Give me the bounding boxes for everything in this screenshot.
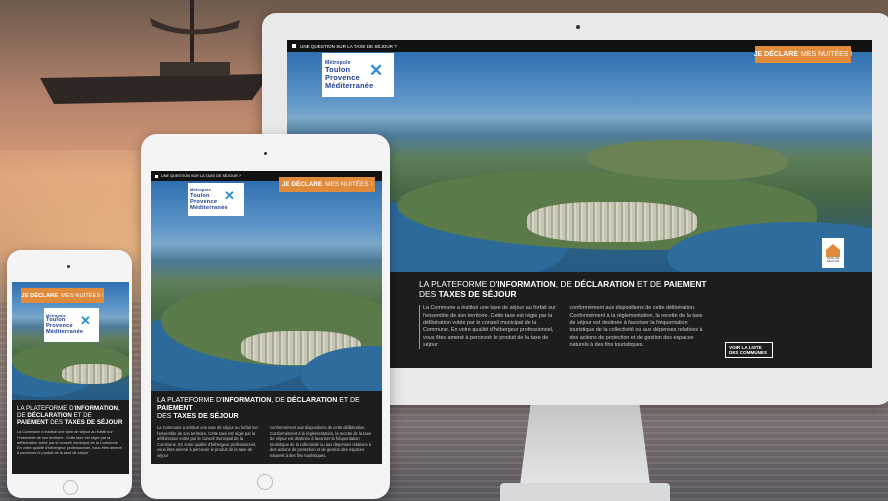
monitor-camera: [576, 25, 580, 29]
intro-section: LA PLATEFORME D'INFORMATION, DE DÉCLARAT…: [12, 400, 129, 474]
tablet-home-button[interactable]: [257, 474, 273, 490]
intro-paragraph-right: conformément aux dispositions de cette d…: [569, 305, 703, 348]
tax-question-link[interactable]: UNE QUESTION SUR LA TAXE DE SÉJOUR ?: [161, 174, 241, 178]
hero-image: [151, 181, 382, 391]
declare-nights-button[interactable]: JE DÉCLARE MES NUITÉES !: [279, 177, 375, 192]
phone-home-button[interactable]: [63, 480, 78, 495]
sailboat-image: [40, 0, 270, 104]
page-headline: LA PLATEFORME D'INFORMATION, DE DÉCLARAT…: [419, 279, 707, 299]
square-icon: [292, 44, 296, 48]
intro-paragraphs: La Commune a institué une taxe de séjour…: [157, 425, 376, 458]
page-headline: LA PLATEFORME D'INFORMATION, DE DÉCLARAT…: [17, 405, 123, 427]
intro-paragraphs: La Commune a institué une taxe de séjour…: [17, 429, 124, 455]
intro-paragraph-left: La Commune a institué une taxe de séjour…: [157, 425, 258, 458]
tax-question-link[interactable]: UNE QUESTION SUR LA TAXE DE SÉJOUR ?: [300, 44, 397, 49]
intro-paragraph-left: La Commune a institué une taxe de séjour…: [17, 429, 122, 456]
logo-mark-icon: ✕: [80, 313, 92, 328]
metropole-logo: Métropole Toulon Provence Méditerranée ✕: [44, 308, 99, 342]
intro-paragraph-left: La Commune a institué une taxe de séjour…: [419, 305, 558, 350]
square-icon: [155, 174, 158, 178]
phone-camera: [67, 265, 70, 268]
logo-mark-icon: ✕: [369, 61, 384, 80]
declare-nights-button[interactable]: JE DÉCLARE MES NUITÉES !: [21, 288, 104, 303]
tax-badge: TAXE DE SÉJOUR: [822, 238, 844, 268]
intro-paragraphs: La Commune a institué une taxe de séjour…: [419, 305, 704, 350]
intro-section: LA PLATEFORME D'INFORMATION, DE DÉCLARAT…: [151, 391, 382, 464]
tablet-site: UNE QUESTION SUR LA TAXE DE SÉJOUR ? Mét…: [151, 171, 382, 464]
tablet-camera: [264, 152, 267, 155]
declare-nights-button[interactable]: JE DÉCLARE MES NUITÉES !: [754, 46, 852, 63]
metropole-logo: Métropole Toulon Provence Méditerranée ✕: [188, 183, 244, 216]
phone-site: JE DÉCLARE MES NUITÉES ! Métropole Toulon…: [12, 282, 129, 474]
metropole-logo: Métropole Toulon Provence Méditerranée ✕: [322, 53, 394, 97]
house-icon: [826, 244, 840, 257]
communes-list-link[interactable]: VOIR LA LISTE DES COMMUNES: [725, 342, 773, 358]
monitor-stand: [520, 405, 650, 485]
page-headline: LA PLATEFORME D'INFORMATION, DE DÉCLARAT…: [157, 397, 360, 421]
intro-paragraph-right: conformément aux dispositions de cette d…: [270, 425, 372, 458]
logo-mark-icon: ✕: [224, 188, 236, 203]
monitor-stand-base: [500, 483, 670, 501]
